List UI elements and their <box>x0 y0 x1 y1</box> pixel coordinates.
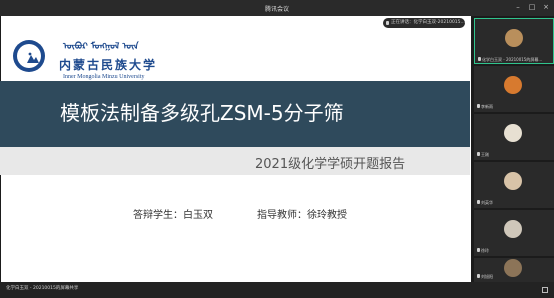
university-name-mongolian: ᠥᠪᠥᠷ ᠮᠣᠩᠭᠣᠯ ᠦᠨ <box>63 42 139 52</box>
avatar-icon <box>504 220 522 238</box>
advisor-name: 指导教师：徐玲教授 <box>257 210 347 221</box>
participant-label: 徐玲 <box>481 248 489 253</box>
participant-tile[interactable]: 李新雨 <box>474 66 554 112</box>
window-controls: – □ × <box>514 3 550 11</box>
avatar-icon <box>504 172 522 190</box>
microphone-icon <box>477 152 480 156</box>
speaking-text: 正在讲话：化学白玉双-20210015... <box>391 20 465 25</box>
student-name: 答辩学生：白玉双 <box>133 210 213 221</box>
participant-tile[interactable]: 徐玲 <box>474 210 554 256</box>
university-name-chinese: 内蒙古民族大学 <box>59 58 158 72</box>
avatar-icon <box>505 29 523 47</box>
avatar-icon <box>504 259 522 277</box>
speaking-indicator: 正在讲话：化学白玉双-20210015... <box>383 18 465 28</box>
participant-label: 化学白玉双 - 20210015的屏幕... <box>482 57 543 62</box>
participant-tile[interactable]: 刘英华 <box>474 162 554 208</box>
avatar-icon <box>504 124 522 142</box>
screen-share-label: 化学白玉双 - 20210015的屏幕共享 <box>6 286 79 291</box>
horse-emblem-icon <box>27 52 39 63</box>
participant-label: 王刚 <box>481 152 489 157</box>
participant-label: 李新雨 <box>481 104 493 109</box>
avatar-icon <box>504 76 522 94</box>
participant-tile[interactable]: 王刚 <box>474 114 554 160</box>
microphone-icon <box>386 21 389 25</box>
participant-tile[interactable]: 刘旭阳 <box>474 258 554 282</box>
window-titlebar: 腾讯会议 – □ × <box>0 0 554 16</box>
university-name-english: Inner Mongolia Minzu University <box>63 74 145 80</box>
participant-tile[interactable]: 化学白玉双 - 20210015的屏幕... <box>474 18 554 64</box>
close-icon[interactable]: × <box>542 3 550 11</box>
maximize-icon[interactable]: □ <box>528 3 536 11</box>
university-logo <box>13 40 45 72</box>
microphone-icon <box>477 248 480 252</box>
window-title: 腾讯会议 <box>264 6 289 13</box>
microphone-icon <box>477 104 480 108</box>
participant-label: 刘英华 <box>481 200 493 205</box>
minimize-icon[interactable]: – <box>514 3 522 11</box>
microphone-icon <box>478 57 481 61</box>
bottom-bar: 化学白玉双 - 20210015的屏幕共享 <box>0 282 554 298</box>
microphone-icon <box>477 200 480 204</box>
fullscreen-icon[interactable] <box>542 287 548 293</box>
microphone-icon <box>477 274 480 278</box>
slide-subtitle: 2021级化学学硕开题报告 <box>255 157 406 172</box>
slide-title: 模板法制备多级孔ZSM-5分子筛 <box>60 101 344 125</box>
participant-label: 刘旭阳 <box>481 274 493 279</box>
